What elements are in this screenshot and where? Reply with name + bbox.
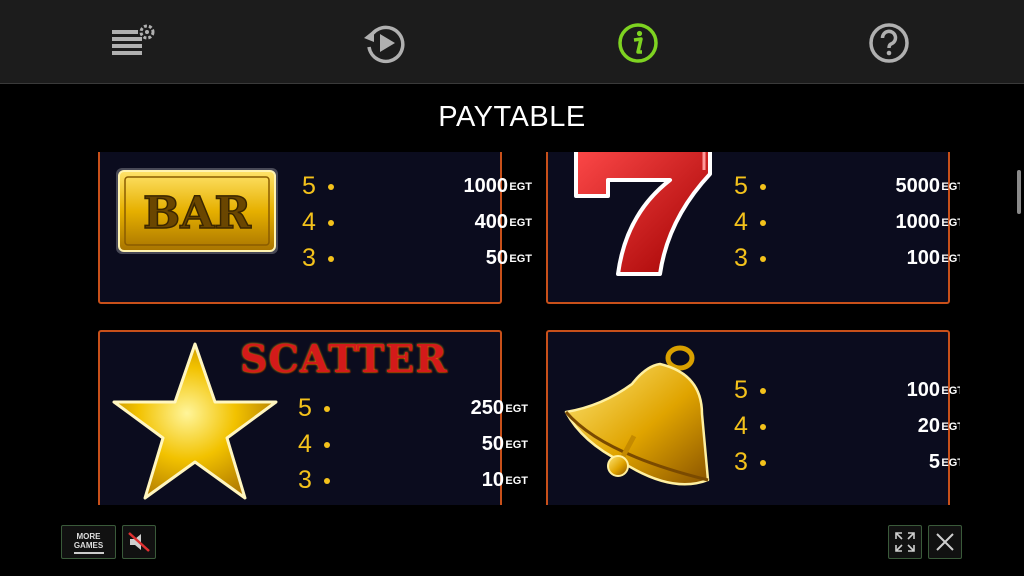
expand-arrows-icon — [895, 532, 915, 552]
payout-row: 4 50 EGT — [298, 430, 528, 458]
payout-list: 5 250 EGT 4 50 EGT 3 10 EGT — [298, 394, 528, 502]
more-games-button[interactable]: MORE GAMES — [61, 525, 116, 559]
seven-symbol — [568, 152, 718, 286]
bell-symbol — [562, 344, 714, 498]
star-symbol — [110, 340, 280, 502]
bet-settings-icon[interactable] — [110, 20, 156, 66]
muted-speaker-icon — [128, 532, 150, 552]
payout-list: 5 1000 EGT 4 400 EGT 3 50 EGT — [302, 172, 532, 280]
svg-text:BAR: BAR — [143, 188, 251, 239]
page-title: PAYTABLE — [438, 101, 586, 133]
info-icon[interactable] — [615, 20, 661, 66]
close-button[interactable] — [928, 525, 962, 559]
payout-list: 55000EGT 41000EGT 3100EGT — [734, 172, 960, 280]
sound-toggle-button[interactable] — [122, 525, 156, 559]
payout-row: 5 250 EGT — [298, 394, 528, 422]
payout-row: 55000EGT — [734, 172, 960, 200]
fullscreen-button[interactable] — [888, 525, 922, 559]
paytable-card-scatter: SCATTER 5 250 EGT 4 50 EGT 3 10 EGT — [98, 330, 528, 505]
bar-symbol: BAR — [114, 166, 280, 258]
payout-row: 4 400 EGT — [302, 208, 532, 236]
payout-row: 420EGT — [734, 412, 960, 440]
paytable-card-bar: BAR 5 1000 EGT 4 400 EGT 3 50 EGT — [98, 152, 532, 304]
top-navigation-bar — [0, 0, 1024, 84]
payout-row: 3100EGT — [734, 244, 960, 272]
more-games-label-line1: MORE — [76, 532, 101, 541]
scrollbar-thumb[interactable] — [1017, 170, 1021, 214]
paytable-scroll-area[interactable]: BAR 5 1000 EGT 4 400 EGT 3 50 EGT 5 5000… — [96, 152, 960, 505]
payout-list: 5100EGT 420EGT 35EGT — [734, 376, 960, 484]
payout-row: 3 10 EGT — [298, 466, 528, 494]
paytable-card-bell: 5100EGT 420EGT 35EGT — [546, 330, 960, 505]
payout-row: 5 1000 EGT — [302, 172, 532, 200]
close-icon — [936, 533, 954, 551]
payout-row: 5100EGT — [734, 376, 960, 404]
payout-row: 3 50 EGT — [302, 244, 532, 272]
payout-row: 41000EGT — [734, 208, 960, 236]
help-icon[interactable] — [866, 20, 912, 66]
paytable-card-seven: 55000EGT 41000EGT 3100EGT — [546, 152, 960, 304]
more-games-label-line2: GAMES — [73, 541, 104, 550]
payout-row: 35EGT — [734, 448, 960, 476]
autoplay-replay-icon[interactable] — [362, 20, 408, 66]
